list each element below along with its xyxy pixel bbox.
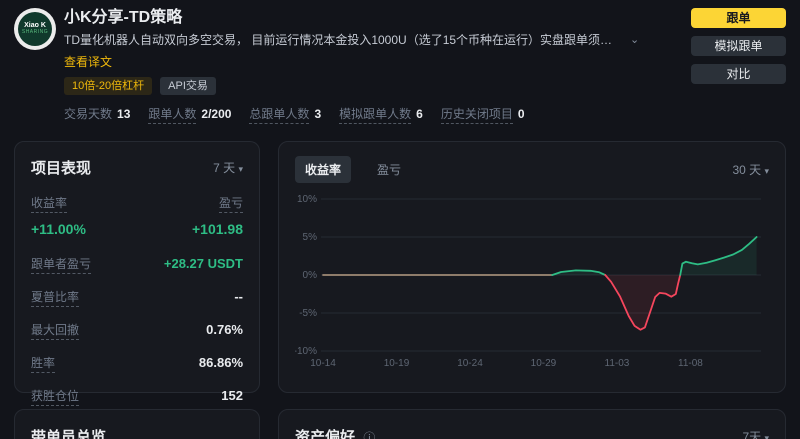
chart-range-dropdown[interactable]: 30 天 ▾	[732, 161, 769, 178]
roi-label: 收益率	[31, 194, 68, 213]
asset-preference-title: 资产偏好	[295, 429, 356, 439]
tab-pnl[interactable]: 盈亏	[367, 156, 411, 183]
info-icon[interactable]: ⓘ	[363, 429, 375, 439]
stat-label: 跟单人数	[148, 105, 197, 124]
row-win-rate: 胜率 86.86%	[31, 354, 243, 373]
svg-text:11-08: 11-08	[678, 358, 703, 369]
trader-avatar[interactable]: Xiao K SHARING	[14, 8, 56, 50]
pnl-label: 盈亏	[218, 194, 243, 213]
performance-range-dropdown[interactable]: 7 天 ▾	[213, 159, 243, 176]
stat-total-followers: 总跟单人数 3	[249, 105, 321, 124]
svg-text:10-24: 10-24	[457, 358, 483, 369]
roi-chart-panel: 收益率 盈亏 30 天 ▾ 10% 5% 0% -5% -10% 10-14 10-19 10…	[278, 141, 786, 393]
stat-label: 交易天数	[64, 107, 113, 121]
translate-link[interactable]: 查看译文	[64, 53, 112, 70]
lead-trader-overview-title: 带单员总览	[31, 429, 107, 439]
avatar-text-line2: SHARING	[21, 29, 49, 36]
svg-text:10-29: 10-29	[531, 358, 557, 369]
stat-value: 13	[117, 107, 131, 121]
tag-list: 10倍-20倍杠杆 API交易	[64, 77, 656, 95]
stat-value: 6	[416, 107, 423, 121]
stat-followers: 跟单人数 2/200	[148, 105, 231, 124]
performance-title: 项目表现	[31, 160, 92, 177]
svg-text:-5%: -5%	[299, 308, 317, 319]
stat-value: 0	[517, 107, 525, 121]
demo-follow-button[interactable]: 模拟跟单	[691, 36, 786, 56]
asset-preference-panel: 资产偏好 ⓘ 7天 ▾	[278, 409, 786, 439]
expand-description-icon[interactable]: ⌄	[630, 34, 639, 45]
stat-trading-days: 交易天数 13	[64, 105, 130, 122]
page-title: 小K分享-TD策略	[64, 9, 183, 26]
project-header: Xiao K SHARING 小K分享-TD策略 TD量化机器人自动双向多空交易…	[0, 0, 800, 124]
svg-text:10%: 10%	[297, 194, 317, 205]
svg-text:11-03: 11-03	[605, 358, 630, 369]
stat-demo-followers: 模拟跟单人数 6	[339, 105, 423, 124]
row-follower-pnl: 跟单者盈亏 +28.27 USDT	[31, 255, 243, 274]
pnl-value: +101.98	[192, 221, 243, 237]
chevron-down-icon: ▾	[764, 433, 769, 439]
follow-button[interactable]: 跟单	[691, 8, 786, 28]
row-max-drawdown: 最大回撤 0.76%	[31, 321, 243, 340]
stat-value: 2/200	[201, 107, 232, 121]
action-buttons: 跟单 模拟跟单 对比	[691, 8, 786, 84]
chevron-down-icon: ▾	[238, 164, 243, 174]
lead-trader-overview-panel: 带单员总览	[14, 409, 260, 439]
svg-text:-10%: -10%	[295, 346, 317, 357]
leverage-tag: 10倍-20倍杠杆	[64, 77, 153, 95]
svg-text:10-19: 10-19	[384, 358, 410, 369]
roi-value: +11.00%	[31, 221, 86, 237]
stat-label: 历史关闭项目	[440, 105, 513, 124]
stat-value: 3	[314, 107, 322, 121]
stat-label: 模拟跟单人数	[339, 105, 412, 124]
performance-panel: 项目表现 7 天 ▾ 收益率 盈亏 +11.00% +101.98 跟单者盈亏 …	[14, 141, 260, 439]
svg-text:5%: 5%	[303, 232, 318, 243]
trader-avatar-logo: Xiao K SHARING	[18, 12, 52, 46]
stat-closed-projects: 历史关闭项目 0	[440, 105, 525, 124]
stat-label: 总跟单人数	[249, 105, 310, 124]
compare-button[interactable]: 对比	[691, 64, 786, 84]
strategy-description: TD量化机器人自动双向多空交易， 目前运行情况本金投入1000U（选了15个币种…	[64, 33, 624, 47]
tab-roi[interactable]: 收益率	[295, 156, 352, 183]
row-sharpe-ratio: 夏普比率 --	[31, 288, 243, 307]
row-winning-positions: 获胜仓位 152	[31, 387, 243, 406]
svg-text:10-14: 10-14	[310, 358, 336, 369]
api-trading-tag: API交易	[160, 77, 216, 95]
asset-preference-range-dropdown[interactable]: 7天 ▾	[742, 428, 769, 439]
header-stats: 交易天数 13 跟单人数 2/200 总跟单人数 3 模拟跟单人数 6 历史关闭…	[64, 105, 656, 124]
svg-text:0%: 0%	[303, 270, 318, 281]
chevron-down-icon: ▾	[764, 166, 769, 176]
roi-line-chart: 10% 5% 0% -5% -10%10-14 10-19 10-24 10-29 11-03 1…	[294, 194, 761, 369]
